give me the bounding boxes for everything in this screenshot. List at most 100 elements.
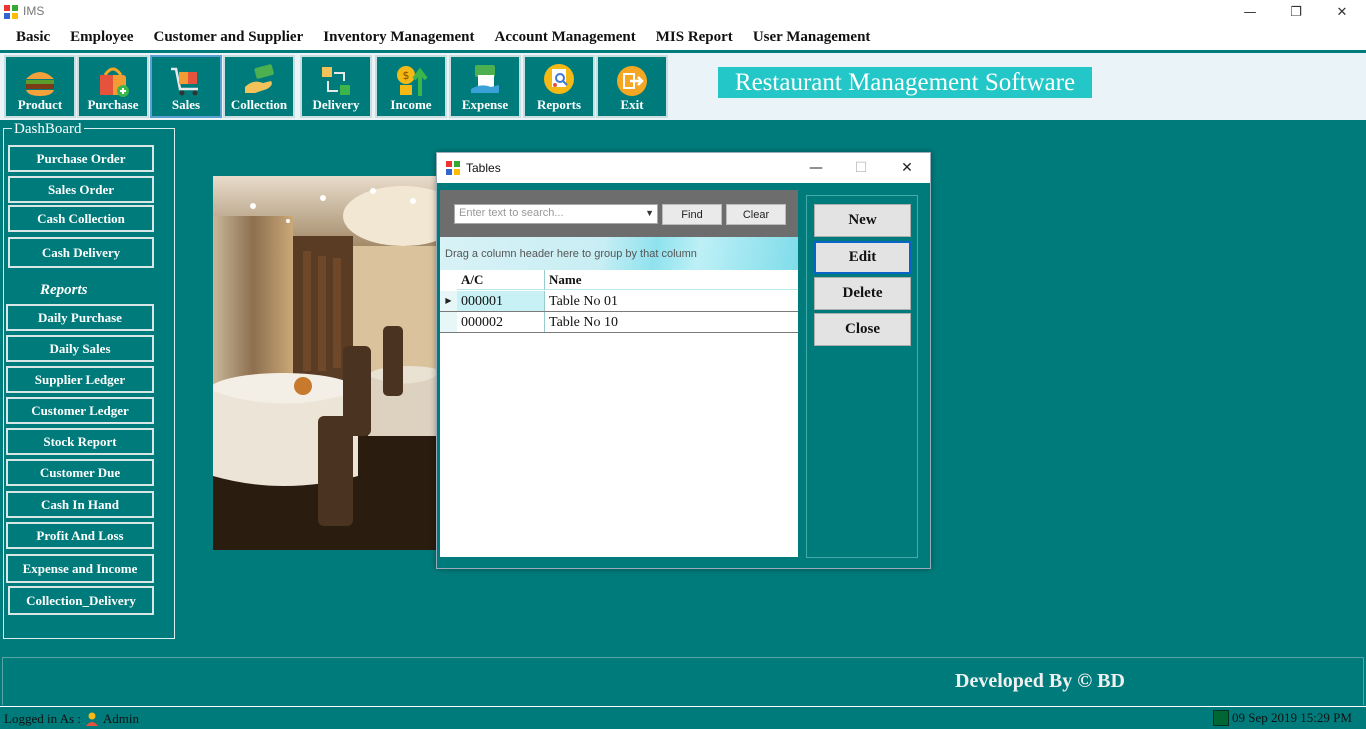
reports-section-label: Reports bbox=[40, 282, 88, 298]
dialog-title: Tables bbox=[466, 161, 501, 175]
toolbar-delivery-button[interactable]: Delivery bbox=[300, 55, 372, 118]
restaurant-interior-image bbox=[213, 176, 436, 550]
toolbar: Product Purchase Sales Collection Delive… bbox=[0, 53, 1366, 120]
grid-header: A/C Name bbox=[440, 270, 798, 290]
toolbar-label: Exit bbox=[620, 97, 644, 112]
cash-collection-button[interactable]: Cash Collection bbox=[8, 205, 154, 232]
cash-in-hand-button[interactable]: Cash In Hand bbox=[6, 491, 154, 518]
toolbar-product-button[interactable]: Product bbox=[4, 55, 76, 118]
menu-employee[interactable]: Employee bbox=[60, 29, 143, 46]
search-input[interactable]: Enter text to search... ▼ bbox=[454, 204, 658, 224]
toolbar-label: Sales bbox=[171, 97, 201, 112]
dashboard-title: DashBoard bbox=[12, 121, 84, 138]
toolbar-collection-button[interactable]: Collection bbox=[223, 55, 295, 118]
window-title-bar: IMS — ❐ ✕ bbox=[0, 0, 1366, 24]
expense-and-income-button[interactable]: Expense and Income bbox=[6, 554, 154, 583]
dialog-minimize-button[interactable]: — bbox=[793, 153, 839, 183]
collection-delivery-button[interactable]: Collection_Delivery bbox=[8, 586, 154, 615]
actions-panel: New Edit Delete Close bbox=[806, 195, 918, 558]
toolbar-expense-button[interactable]: Expense bbox=[449, 55, 521, 118]
app-icon bbox=[4, 5, 18, 19]
app-brand-banner: Restaurant Management Software bbox=[718, 67, 1092, 98]
dialog-maximize-button: ☐ bbox=[854, 160, 868, 176]
stock-report-button[interactable]: Stock Report bbox=[6, 428, 154, 455]
shopping-bag-icon bbox=[100, 67, 129, 97]
cart-icon bbox=[171, 67, 198, 96]
tables-grid: Enter text to search... ▼ Find Clear Dra… bbox=[440, 190, 798, 557]
row-indicator-header bbox=[440, 270, 457, 290]
exit-icon bbox=[617, 66, 647, 96]
expense-icon bbox=[471, 65, 499, 93]
menu-bar: Basic Employee Customer and Supplier Inv… bbox=[0, 24, 1366, 50]
svg-text:$: $ bbox=[403, 69, 410, 82]
user-icon bbox=[85, 712, 98, 726]
clear-button[interactable]: Clear bbox=[726, 204, 786, 225]
menu-customer-supplier[interactable]: Customer and Supplier bbox=[144, 29, 314, 46]
window-title: IMS bbox=[23, 4, 45, 18]
toolbar-sales-button[interactable]: Sales bbox=[150, 55, 222, 118]
new-button[interactable]: New bbox=[814, 204, 911, 237]
toolbar-purchase-button[interactable]: Purchase bbox=[77, 55, 149, 118]
supplier-ledger-button[interactable]: Supplier Ledger bbox=[6, 366, 154, 393]
toolbar-income-button[interactable]: $ Income bbox=[375, 55, 447, 118]
income-icon: $ bbox=[397, 66, 428, 96]
datetime: 09 Sep 2019 15:29 PM bbox=[1232, 710, 1352, 725]
close-dialog-button[interactable]: Close bbox=[814, 313, 911, 346]
dashboard-panel: DashBoard Purchase Order Sales Order Cas… bbox=[3, 121, 175, 639]
search-bar: Enter text to search... ▼ Find Clear bbox=[440, 190, 798, 237]
menu-user-management[interactable]: User Management bbox=[743, 29, 881, 46]
status-bar: Logged in As : Admin 09 Sep 2019 15:29 P… bbox=[0, 706, 1366, 729]
table-row[interactable]: ▶ 000001 Table No 01 bbox=[440, 291, 798, 312]
toolbar-label: Purchase bbox=[87, 97, 139, 112]
tables-dialog: Tables — ☐ ✕ Enter text to search... ▼ F… bbox=[436, 152, 931, 569]
column-header-ac[interactable]: A/C bbox=[457, 270, 545, 290]
row-indicator-icon: ▶ bbox=[440, 291, 457, 311]
cash-hand-icon bbox=[245, 64, 274, 93]
burger-icon bbox=[26, 72, 54, 96]
dialog-close-button[interactable]: ✕ bbox=[884, 153, 930, 183]
cell-ac[interactable]: 000001 bbox=[457, 291, 545, 311]
search-placeholder: Enter text to search... bbox=[459, 207, 564, 219]
logged-in-label: Logged in As : bbox=[4, 711, 81, 726]
customer-due-button[interactable]: Customer Due bbox=[6, 459, 154, 486]
footer-panel bbox=[2, 657, 1364, 705]
cell-ac[interactable]: 000002 bbox=[457, 312, 545, 332]
profit-and-loss-button[interactable]: Profit And Loss bbox=[6, 522, 154, 549]
delivery-icon bbox=[322, 67, 350, 95]
column-header-name[interactable]: Name bbox=[545, 270, 798, 290]
user-name: Admin bbox=[102, 711, 140, 726]
menu-account-management[interactable]: Account Management bbox=[485, 29, 646, 46]
cell-name[interactable]: Table No 01 bbox=[545, 291, 798, 311]
login-status: Logged in As : Admin bbox=[4, 711, 139, 727]
minimize-button[interactable]: — bbox=[1227, 0, 1273, 24]
edit-button[interactable]: Edit bbox=[814, 241, 911, 274]
dropdown-arrow-icon[interactable]: ▼ bbox=[645, 208, 654, 218]
cell-name[interactable]: Table No 10 bbox=[545, 312, 798, 332]
close-button[interactable]: ✕ bbox=[1319, 0, 1365, 24]
menu-inventory-management[interactable]: Inventory Management bbox=[313, 29, 484, 46]
daily-purchase-button[interactable]: Daily Purchase bbox=[6, 304, 154, 331]
sales-order-button[interactable]: Sales Order bbox=[8, 176, 154, 203]
cash-delivery-button[interactable]: Cash Delivery bbox=[8, 237, 154, 268]
row-indicator bbox=[440, 312, 457, 332]
menu-basic[interactable]: Basic bbox=[6, 29, 60, 46]
app-icon bbox=[446, 161, 460, 175]
menu-mis-report[interactable]: MIS Report bbox=[646, 29, 743, 46]
find-button[interactable]: Find bbox=[662, 204, 722, 225]
customer-ledger-button[interactable]: Customer Ledger bbox=[6, 397, 154, 424]
toolbar-label: Reports bbox=[536, 97, 582, 112]
delete-button[interactable]: Delete bbox=[814, 277, 911, 310]
table-row[interactable]: 000002 Table No 10 bbox=[440, 312, 798, 333]
toolbar-reports-button[interactable]: Reports bbox=[523, 55, 595, 118]
daily-sales-button[interactable]: Daily Sales bbox=[6, 335, 154, 362]
toolbar-label: Product bbox=[17, 97, 63, 112]
restore-button[interactable]: ❐ bbox=[1273, 0, 1319, 24]
toolbar-exit-button[interactable]: Exit bbox=[596, 55, 668, 118]
report-icon bbox=[544, 64, 574, 94]
dialog-title-bar: Tables — ☐ ✕ bbox=[437, 153, 930, 183]
restaurant-photo bbox=[213, 176, 436, 550]
group-by-panel[interactable]: Drag a column header here to group by th… bbox=[440, 237, 798, 270]
purchase-order-button[interactable]: Purchase Order bbox=[8, 145, 154, 172]
toolbar-label: Expense bbox=[461, 97, 509, 112]
toolbar-label: Income bbox=[390, 97, 432, 112]
